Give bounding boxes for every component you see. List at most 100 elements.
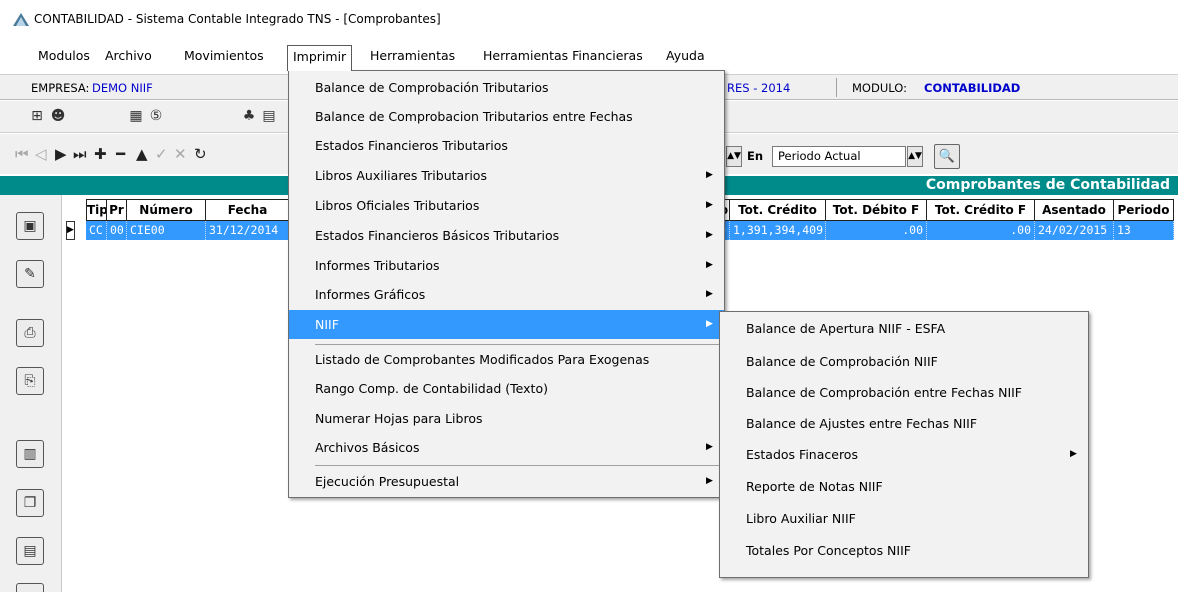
accounts-icon[interactable]: ⊞ — [28, 107, 46, 125]
period-select[interactable]: Periodo Actual — [772, 146, 906, 167]
submenu-arrow-icon: ▶ — [1070, 449, 1077, 459]
cell-tot-credito-f[interactable]: .00 — [927, 221, 1035, 240]
books-button[interactable]: ▥ — [16, 440, 44, 468]
refresh-icon[interactable]: ↻ — [194, 145, 207, 163]
menu-item-balance-apertura-niif[interactable]: Balance de Apertura NIIF - ESFA — [720, 314, 1088, 343]
grid-title: Comprobantes de Contabilidad — [925, 177, 1170, 193]
submenu-arrow-icon: ▶ — [706, 230, 713, 240]
last-record-icon[interactable]: ⏭ — [73, 145, 87, 163]
column-header-tot-credito[interactable]: Tot. Crédito — [730, 199, 826, 221]
menu-item-archivos-basicos[interactable]: Archivos Básicos ▶ — [289, 433, 724, 462]
menu-item-totales-conceptos-niif[interactable]: Totales Por Conceptos NIIF — [720, 536, 1088, 565]
column-header-tip[interactable]: Tip — [86, 199, 107, 221]
exit-button[interactable]: ➜ — [16, 583, 44, 592]
menu-item-libros-auxiliares-tributarios[interactable]: Libros Auxiliares Tributarios ▶ — [289, 161, 724, 190]
submenu-arrow-icon: ▶ — [706, 289, 713, 299]
menu-imprimir[interactable]: Imprimir — [287, 45, 353, 71]
cell-tot-credito[interactable]: 1,391,394,409 — [730, 221, 826, 240]
menu-item-estados-financieros-basicos-tributarios[interactable]: Estados Financieros Básicos Tributarios ▶ — [289, 221, 724, 250]
prior-record-icon[interactable]: ◁ — [35, 145, 47, 163]
submenu-arrow-icon: ▶ — [706, 319, 713, 329]
menu-ayuda[interactable]: Ayuda — [665, 48, 706, 63]
edit-voucher-button[interactable]: ✎ — [16, 260, 44, 288]
menu-item-informes-graficos[interactable]: Informes Gráficos ▶ — [289, 280, 724, 309]
menu-separator — [315, 465, 720, 466]
cancel-record-icon[interactable]: ✕ — [174, 145, 187, 163]
menu-item-reporte-notas-niif[interactable]: Reporte de Notas NIIF — [720, 472, 1088, 501]
imprimir-dropdown-menu: Balance de Comprobación Tributarios Bala… — [288, 70, 725, 498]
menu-item-rango-comp-contabilidad[interactable]: Rango Comp. de Contabilidad (Texto) — [289, 374, 724, 403]
empresa-value: DEMO NIIF — [92, 81, 153, 95]
cell-periodo[interactable]: 13 — [1114, 221, 1174, 240]
submenu-arrow-icon: ▶ — [706, 442, 713, 452]
column-header-tot-debito-f[interactable]: Tot. Débito F — [826, 199, 927, 221]
cell-numero[interactable]: CIE00 — [127, 221, 206, 240]
menu-item-numerar-hojas-libros[interactable]: Numerar Hojas para Libros — [289, 404, 724, 433]
first-combo-arrow[interactable]: ▲▼ — [726, 146, 742, 167]
column-header-numero[interactable]: Número — [127, 199, 206, 221]
post-record-icon[interactable]: ✓ — [155, 145, 168, 163]
submenu-arrow-icon: ▶ — [706, 476, 713, 486]
money-icon[interactable]: ⑤ — [147, 107, 165, 125]
menu-archivo[interactable]: Archivo — [104, 48, 153, 63]
menu-item-niif[interactable]: NIIF ▶ — [289, 310, 724, 339]
niif-submenu: Balance de Apertura NIIF - ESFA Balance … — [719, 311, 1089, 578]
menu-item-listado-comprobantes-modificados[interactable]: Listado de Comprobantes Modificados Para… — [289, 345, 724, 374]
row-indicator-icon: ▶ — [66, 221, 75, 240]
user-icon[interactable]: ☻ — [49, 107, 67, 125]
menu-item-balance-comprobacion-tributarios[interactable]: Balance de Comprobación Tributarios — [289, 73, 724, 102]
menu-item-ejecucion-presupuestal[interactable]: Ejecución Presupuestal ▶ — [289, 467, 724, 496]
menu-item-estados-finaceros[interactable]: Estados Finaceros ▶ — [720, 440, 1088, 469]
title-bar: CONTABILIDAD - Sistema Contable Integrad… — [0, 0, 1178, 40]
period-select-arrow[interactable]: ▲▼ — [907, 146, 923, 167]
menu-item-balance-ajustes-fechas-niif[interactable]: Balance de Ajustes entre Fechas NIIF — [720, 409, 1088, 438]
menu-herramientas-financieras[interactable]: Herramientas Financieras — [482, 48, 644, 63]
people-icon[interactable]: ♣ — [240, 107, 258, 125]
new-voucher-button[interactable]: ▣ — [16, 212, 44, 240]
cell-tot-debito-f[interactable]: .00 — [826, 221, 927, 240]
next-record-icon[interactable]: ▶ — [55, 145, 67, 163]
cell-pr[interactable]: 00 — [107, 221, 127, 240]
column-header-fecha[interactable]: Fecha — [206, 199, 290, 221]
submenu-arrow-icon: ▶ — [706, 260, 713, 270]
menu-modulos[interactable]: Modulos — [37, 48, 91, 63]
en-label: En — [747, 149, 764, 163]
menu-movimientos[interactable]: Movimientos — [183, 48, 265, 63]
app-icon — [13, 13, 29, 26]
cell-fecha[interactable]: 31/12/2014 — [206, 221, 290, 240]
column-header-tot-credito-f[interactable]: Tot. Crédito F — [927, 199, 1035, 221]
first-record-icon[interactable]: ⏮ — [15, 145, 29, 163]
separator — [836, 78, 837, 97]
submenu-arrow-icon: ▶ — [706, 200, 713, 210]
menu-item-balance-comprobacion-niif[interactable]: Balance de Comprobación NIIF — [720, 347, 1088, 376]
insert-record-icon[interactable]: ✚ — [94, 145, 107, 163]
edit-record-icon[interactable]: ▲ — [136, 145, 148, 163]
cell-tip[interactable]: CC — [86, 221, 107, 240]
period-value: RES - 2014 — [727, 81, 791, 95]
column-header-periodo[interactable]: Periodo — [1114, 199, 1174, 221]
menu-item-informes-tributarios[interactable]: Informes Tributarios ▶ — [289, 251, 724, 280]
print-button[interactable]: ⎙ — [16, 319, 44, 347]
search-button[interactable]: 🔍 — [934, 144, 960, 169]
menu-item-libro-auxiliar-niif[interactable]: Libro Auxiliar NIIF — [720, 504, 1088, 533]
copy-voucher-button[interactable]: ❐ — [16, 489, 44, 517]
print-batch-button[interactable]: ⎘ — [16, 367, 44, 395]
calendar-icon[interactable]: ▤ — [260, 107, 278, 125]
left-button-panel: ▣ ✎ ⎙ ⎘ ▥ ❐ ▤ ➜ — [0, 195, 62, 592]
menu-item-balance-comprobacion-tributarios-fechas[interactable]: Balance de Comprobacion Tributarios entr… — [289, 102, 724, 131]
menu-item-estados-financieros-tributarios[interactable]: Estados Financieros Tributarios — [289, 131, 724, 160]
submenu-arrow-icon: ▶ — [706, 170, 713, 180]
delete-record-icon[interactable]: ━ — [116, 145, 125, 163]
building-icon[interactable]: ▦ — [127, 107, 145, 125]
column-header-asentado[interactable]: Asentado — [1035, 199, 1114, 221]
modulo-label: MODULO: — [852, 81, 907, 95]
column-header-pr[interactable]: Pr — [107, 199, 127, 221]
menu-item-balance-comprobacion-fechas-niif[interactable]: Balance de Comprobación entre Fechas NII… — [720, 378, 1088, 407]
cell-asentado[interactable]: 24/02/2015 — [1035, 221, 1114, 240]
menu-item-libros-oficiales-tributarios[interactable]: Libros Oficiales Tributarios ▶ — [289, 191, 724, 220]
window-title: CONTABILIDAD - Sistema Contable Integrad… — [34, 12, 441, 26]
menu-herramientas[interactable]: Herramientas — [369, 48, 456, 63]
empresa-label: EMPRESA: — [31, 81, 90, 95]
menu-bar: Modulos Archivo Movimientos Imprimir Her… — [0, 44, 1178, 71]
document-button[interactable]: ▤ — [16, 537, 44, 565]
